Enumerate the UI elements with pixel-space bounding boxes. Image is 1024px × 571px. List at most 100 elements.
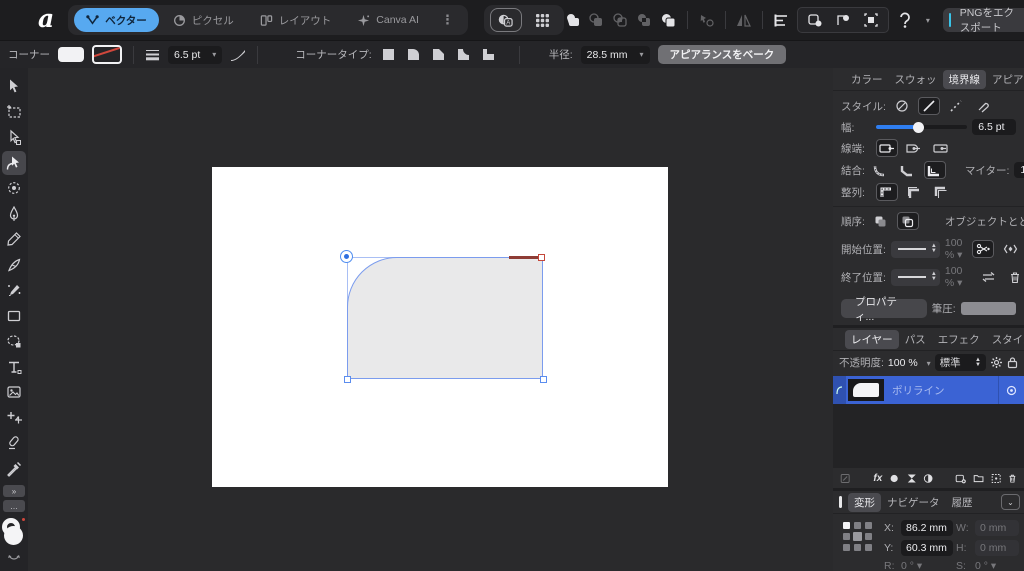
order-behind-button[interactable] (870, 212, 892, 230)
w-field[interactable]: 0 mm (975, 520, 1019, 536)
fill-color-circle[interactable] (4, 526, 23, 545)
boolean-subtract-icon[interactable] (588, 10, 605, 30)
new-layer-icon[interactable] (955, 472, 966, 485)
corner-type-none-button[interactable] (380, 46, 397, 63)
tab-layers[interactable]: レイヤー (845, 329, 899, 349)
stroke-eraser-tool[interactable] (2, 431, 26, 455)
export-png-button[interactable]: PNGをエクスポート (942, 7, 1024, 34)
corner-type-cutout-button[interactable] (480, 46, 497, 63)
stroke-style-dash-button[interactable] (945, 97, 967, 115)
tab-navigator[interactable]: ナビゲータ (881, 493, 946, 512)
persona-tab-vector[interactable]: ベクター (74, 8, 159, 32)
text-tool[interactable] (2, 355, 26, 379)
tab-history[interactable]: 履歴 (946, 493, 979, 512)
rotation-dropdown[interactable]: 0 ° ▾ (901, 560, 953, 571)
corner-type-concave-button[interactable] (455, 46, 472, 63)
persona-overflow-menu[interactable]: ⋮ (433, 12, 462, 28)
opacity-dropdown[interactable]: 100 % ▾ (888, 357, 931, 369)
more-tools-button[interactable]: … (3, 500, 25, 512)
snap-nodes-icon[interactable] (833, 10, 853, 30)
persona-tab-canva-ai[interactable]: Canva AI (345, 8, 431, 32)
studio-presets-button[interactable] (528, 9, 558, 31)
color-picker-tool[interactable] (2, 457, 26, 481)
h-field[interactable]: 0 mm (975, 540, 1019, 556)
persona-tab-pixel[interactable]: ピクセル (161, 8, 246, 32)
boolean-intersect-icon[interactable] (612, 10, 629, 30)
layers-list-empty-area[interactable] (833, 404, 1024, 468)
align-center-button[interactable] (876, 183, 898, 201)
stroke-presets-icon[interactable] (145, 48, 160, 61)
align-inside-button[interactable] (903, 183, 925, 201)
reverse-path-button[interactable] (977, 268, 999, 286)
snap-geometry-icon[interactable] (805, 10, 825, 30)
fill-stroke-color-well[interactable] (1, 518, 27, 552)
cap-butt-button[interactable] (876, 139, 898, 157)
cut-path-button[interactable] (972, 240, 995, 258)
pressure-graph-field[interactable] (960, 302, 1016, 315)
layer-visibility-toggle[interactable] (998, 376, 1024, 404)
selection-brush-tool[interactable] (2, 176, 26, 200)
end-percent-dropdown[interactable]: 100 % ▾ (945, 265, 963, 289)
assistant-icon[interactable] (896, 10, 913, 30)
fill-swatch[interactable] (58, 47, 84, 62)
tab-paths[interactable]: パス (899, 330, 932, 349)
pattern-layer-icon[interactable] (991, 472, 1001, 485)
shear-dropdown[interactable]: 0 ° ▾ (975, 560, 1019, 571)
node-tool[interactable] (2, 125, 26, 149)
shape-tool[interactable] (2, 329, 26, 353)
cap-round-button[interactable] (903, 139, 925, 157)
appearance-toggle-button[interactable]: A (489, 8, 522, 32)
stroke-style-none-button[interactable] (891, 97, 913, 115)
miter-field[interactable]: 1 (1014, 162, 1024, 178)
layer-row-polyline[interactable]: ポリライン (833, 376, 1024, 404)
start-pressure-profile-dropdown[interactable]: ▲ ▼ (890, 240, 940, 258)
tab-color[interactable]: カラー (845, 70, 889, 89)
y-field[interactable]: 60.3 mm (901, 540, 953, 556)
stroke-width-dropdown[interactable]: 6.5 pt ▾ (168, 45, 223, 64)
corner-node-bottom-right[interactable] (539, 375, 547, 383)
blend-mode-dropdown[interactable]: 標準 ▲ ▼ (934, 354, 986, 371)
tab-styles[interactable]: スタイル (986, 330, 1024, 349)
stroke-style-texture-button[interactable] (972, 97, 994, 115)
assistant-dropdown-chevron[interactable]: ▾ (926, 16, 930, 25)
alignment-icon[interactable] (773, 10, 790, 30)
tab-swatches[interactable]: スウォッ (889, 70, 943, 89)
boolean-xor-icon[interactable] (636, 10, 653, 30)
stroke-width-field[interactable]: 6.5 pt (972, 119, 1017, 135)
panel-grip[interactable] (839, 496, 842, 508)
new-group-folder-icon[interactable] (973, 472, 984, 484)
edit-mask-icon[interactable] (840, 472, 850, 485)
tab-appearance[interactable]: アピアラ (986, 70, 1024, 89)
bake-appearance-button[interactable]: アピアランスをベーク (657, 45, 787, 64)
corner-type-rounded-button[interactable] (405, 46, 422, 63)
slider-knob[interactable] (913, 121, 925, 133)
corner-type-straight-button[interactable] (430, 46, 447, 63)
move-tool[interactable] (2, 74, 26, 98)
start-percent-dropdown[interactable]: 100 % ▾ (945, 237, 963, 261)
vector-brush-tool[interactable] (2, 253, 26, 277)
live-filter-icon[interactable] (923, 472, 933, 485)
adjustment-layer-icon[interactable] (907, 472, 917, 485)
lock-layer-icon[interactable] (1007, 356, 1018, 369)
end-pressure-profile-dropdown[interactable]: ▲ ▼ (890, 268, 940, 286)
stroke-swatch[interactable] (92, 45, 122, 64)
delete-profile-button[interactable] (1004, 268, 1024, 286)
expand-tools-button[interactable]: » (3, 485, 25, 497)
radius-dropdown[interactable]: 28.5 mm ▾ (580, 45, 650, 64)
join-bevel-button[interactable] (897, 161, 919, 179)
swap-colors-icon[interactable] (7, 554, 21, 562)
tab-stroke[interactable]: 境界線 (942, 69, 986, 89)
delete-layer-trash-icon[interactable] (1008, 472, 1017, 485)
layer-effects-button[interactable]: fx (873, 473, 882, 484)
join-miter-button[interactable] (923, 161, 946, 179)
flip-icon[interactable] (735, 10, 752, 30)
anchor-point-selector[interactable] (843, 522, 872, 571)
point-transform-tool[interactable] (2, 406, 26, 430)
tab-transform[interactable]: 変形 (848, 492, 881, 512)
join-round-button[interactable] (870, 161, 892, 179)
mask-layer-icon[interactable] (889, 472, 899, 485)
corner-node-top-right[interactable] (537, 253, 545, 261)
tab-effects[interactable]: エフェク (932, 330, 986, 349)
properties-button[interactable]: プロパティ... (841, 296, 927, 323)
fill-tool[interactable] (2, 278, 26, 302)
